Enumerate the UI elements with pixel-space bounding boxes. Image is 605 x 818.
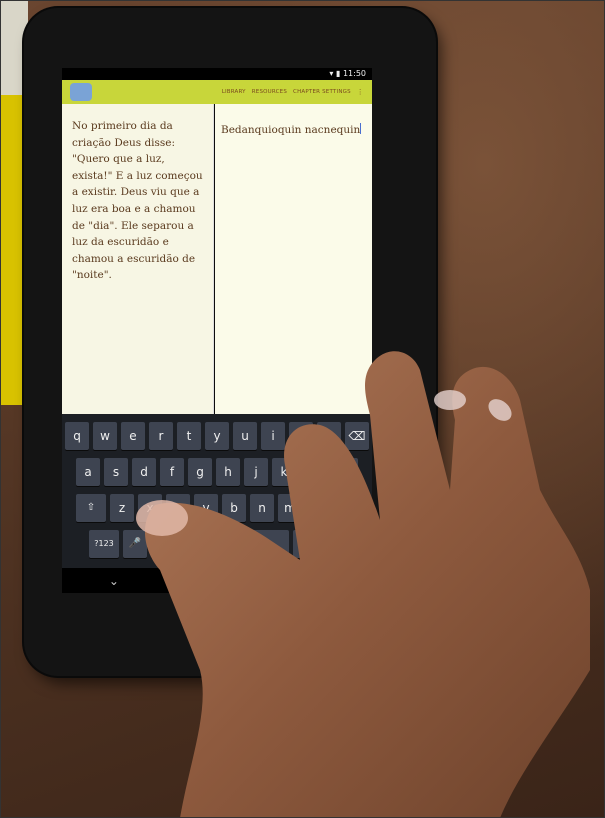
menu-chapter-settings[interactable]: CHAPTER SETTINGS — [293, 89, 351, 95]
menu-resources[interactable]: RESOURCES — [252, 89, 287, 95]
key-w[interactable]: w — [93, 422, 117, 450]
source-text: No primeiro dia da criação Deus disse: "… — [72, 120, 203, 282]
shift-key-icon[interactable]: ⇧ — [76, 494, 106, 522]
menu-library[interactable]: LIBRARY — [222, 89, 246, 95]
key-a[interactable]: a — [76, 458, 100, 486]
header-menu: LIBRARY RESOURCES CHAPTER SETTINGS ⋮ — [222, 80, 364, 104]
status-bar: ▾ ▮ 11:50 — [62, 68, 372, 80]
overflow-menu-icon[interactable]: ⋮ — [357, 88, 364, 96]
text-cursor — [360, 123, 362, 134]
status-time: 11:50 — [342, 69, 366, 78]
app-header: LIBRARY RESOURCES CHAPTER SETTINGS ⋮ — [62, 80, 372, 104]
wifi-icon: ▾ — [329, 69, 334, 78]
app-logo-icon[interactable] — [70, 83, 92, 101]
target-text-input[interactable]: Bedanquioquin nacnequin — [221, 124, 360, 136]
key-q[interactable]: q — [65, 422, 89, 450]
battery-icon: ▮ — [335, 69, 341, 78]
back-icon[interactable]: ⌄ — [109, 574, 119, 588]
symbols-key[interactable]: ?123 — [89, 530, 119, 558]
hand-typing — [136, 351, 590, 818]
photo-scene: ▾ ▮ 11:50 LIBRARY RESOURCES CHAPTER SETT… — [0, 0, 605, 818]
yellow-object — [0, 95, 26, 405]
